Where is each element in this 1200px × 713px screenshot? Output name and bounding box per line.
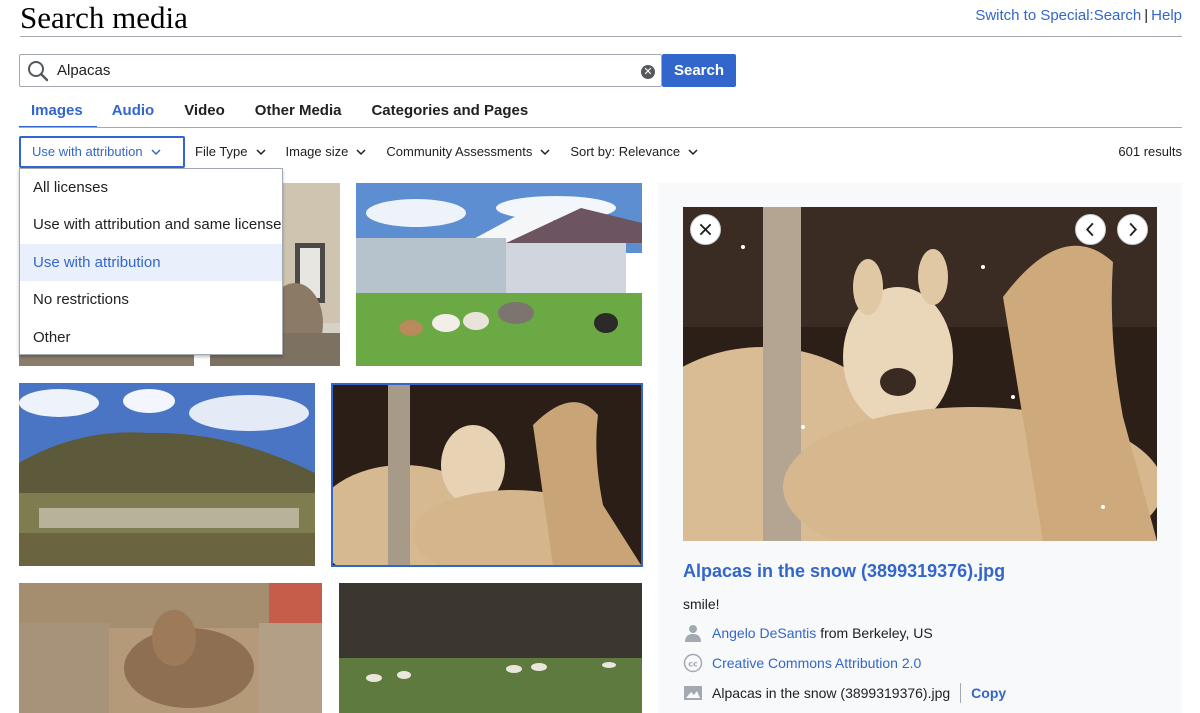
result-image	[19, 383, 315, 566]
detail-title-link[interactable]: Alpacas in the snow (3899319376).jpg	[683, 561, 1005, 582]
title-divider	[20, 36, 1182, 37]
license-option-attribution[interactable]: Use with attribution	[20, 243, 282, 282]
community-assessments-filter-label: Community Assessments	[386, 144, 533, 159]
detail-license-row: cc Creative Commons Attribution 2.0	[683, 653, 921, 673]
result-thumbnail-7[interactable]	[339, 583, 642, 713]
magnifier-icon	[28, 61, 49, 82]
result-image	[333, 385, 641, 565]
result-image	[356, 183, 642, 366]
detail-author-row: Angelo DeSantis from Berkeley, US	[683, 623, 933, 643]
close-icon[interactable]	[690, 214, 721, 245]
results-count: 601 results	[1118, 144, 1182, 159]
license-option-other[interactable]: Other	[20, 319, 282, 356]
tab-other-media[interactable]: Other Media	[240, 94, 357, 128]
chevron-down-icon	[255, 149, 266, 156]
detail-image	[683, 207, 1157, 541]
license-link[interactable]: Creative Commons Attribution 2.0	[712, 655, 921, 671]
result-thumbnail-6[interactable]	[19, 583, 322, 713]
author-location: from Berkeley, US	[820, 625, 933, 641]
result-image	[19, 583, 322, 713]
community-assessments-filter-button[interactable]: Community Assessments	[376, 136, 560, 168]
result-thumbnail-3[interactable]	[356, 183, 642, 366]
cc-icon: cc	[683, 653, 703, 673]
license-option-attribution-same-license[interactable]: Use with attribution and same license	[20, 206, 282, 243]
tab-categories-and-pages[interactable]: Categories and Pages	[356, 94, 543, 128]
author-link[interactable]: Angelo DeSantis	[712, 625, 816, 641]
result-image	[339, 583, 642, 713]
license-filter-label: Use with attribution	[32, 144, 143, 159]
result-thumbnail-4[interactable]	[19, 383, 315, 566]
chevron-right-icon[interactable]	[1117, 214, 1148, 245]
image-size-filter-label: Image size	[285, 144, 349, 159]
svg-text:cc: cc	[688, 660, 698, 669]
chevron-down-icon	[688, 149, 698, 156]
detail-filename-row: Alpacas in the snow (3899319376).jpg Cop…	[683, 683, 1006, 703]
filter-bar: Use with attribution File Type Image siz…	[19, 136, 708, 168]
detail-image-art	[683, 207, 1157, 541]
file-type-filter-label: File Type	[195, 144, 248, 159]
detail-filename: Alpacas in the snow (3899319376).jpg	[712, 685, 951, 701]
user-icon	[685, 625, 701, 642]
detail-panel: Alpacas in the snow (3899319376).jpg smi…	[658, 183, 1182, 713]
copy-button[interactable]: Copy	[971, 685, 1006, 701]
file-type-filter-button[interactable]: File Type	[185, 136, 276, 168]
chevron-left-icon[interactable]	[1075, 214, 1106, 245]
search-input[interactable]: Alpacas ✕	[19, 54, 662, 87]
chevron-down-icon	[540, 149, 550, 156]
tab-audio[interactable]: Audio	[97, 94, 170, 128]
copy-divider	[960, 683, 962, 703]
license-filter-button[interactable]: Use with attribution	[19, 136, 185, 168]
switch-special-search-link[interactable]: Switch to Special:Search	[975, 7, 1141, 24]
sort-filter-button[interactable]: Sort by: Relevance	[560, 136, 708, 168]
link-separator: |	[1144, 7, 1149, 24]
page-title: Search media	[20, 0, 188, 35]
detail-description: smile!	[683, 596, 720, 612]
image-icon	[684, 686, 702, 700]
chevron-down-icon	[356, 149, 366, 156]
license-option-no-restrictions[interactable]: No restrictions	[20, 281, 282, 318]
clear-circle-icon[interactable]: ✕	[641, 65, 655, 79]
help-link[interactable]: Help	[1151, 7, 1182, 24]
chevron-down-icon	[151, 149, 161, 156]
sort-filter-label: Sort by: Relevance	[570, 144, 681, 159]
license-option-all-licenses[interactable]: All licenses	[20, 169, 282, 206]
search-button[interactable]: Search	[662, 54, 736, 87]
image-size-filter-button[interactable]: Image size	[276, 136, 377, 168]
search-query-text[interactable]: Alpacas	[57, 62, 110, 79]
license-dropdown-menu: All licenses Use with attribution and sa…	[19, 168, 283, 355]
tab-images[interactable]: Images	[19, 94, 97, 128]
top-links: Switch to Special:Search | Help	[975, 7, 1182, 24]
tab-video[interactable]: Video	[169, 94, 240, 128]
media-type-tabs: Images Audio Video Other Media Categorie…	[19, 94, 543, 128]
tabs-divider	[19, 127, 1182, 128]
result-thumbnail-5-selected[interactable]	[331, 383, 643, 567]
